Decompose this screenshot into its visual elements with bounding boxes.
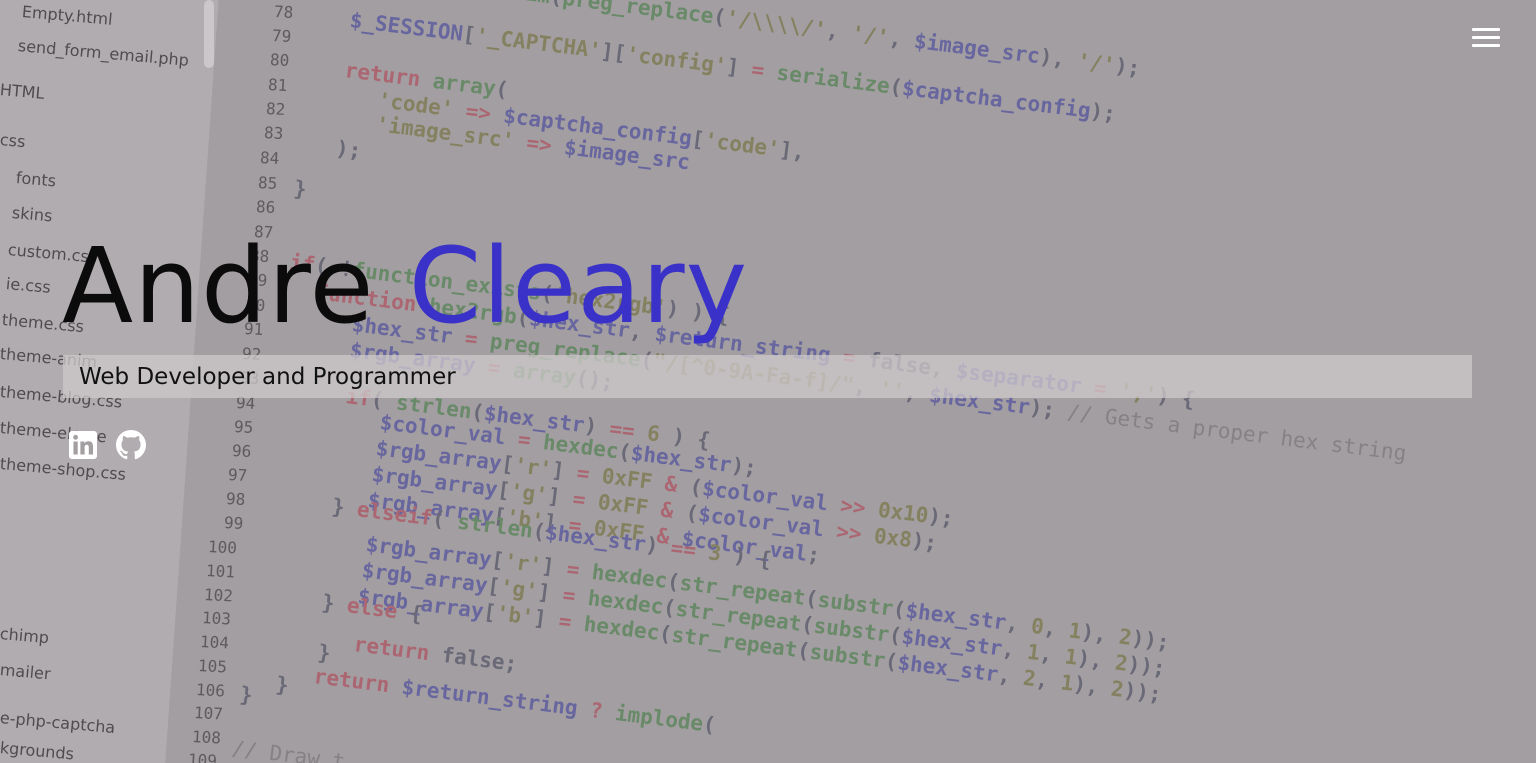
- background-file-item: HTML: [0, 80, 46, 103]
- background-line-number: 108: [191, 727, 222, 748]
- social-links: [68, 430, 146, 460]
- background-line-number: 103: [201, 608, 232, 629]
- background-file-item: ie.css: [5, 274, 52, 297]
- background-line-number: 95: [233, 417, 254, 437]
- background-file-item: skins: [11, 203, 54, 226]
- background-line-number: 84: [259, 148, 280, 168]
- background-scrollbar: [204, 0, 214, 68]
- background-line-number: 81: [267, 75, 288, 95]
- hamburger-menu-icon-line: [1472, 44, 1500, 47]
- background-line-number: 85: [257, 173, 278, 193]
- background-line-number: 106: [195, 680, 226, 701]
- background-line-number: 82: [265, 99, 286, 119]
- background-line-number: 101: [205, 561, 236, 582]
- hero-subtitle: Web Developer and Programmer: [79, 363, 456, 390]
- background-line-number: 96: [231, 441, 252, 461]
- hero-last-name: Cleary: [408, 225, 749, 347]
- linkedin-link[interactable]: [68, 430, 98, 460]
- background-line-number: 107: [193, 703, 224, 724]
- page: Empty.html send_form_email.php HTML css …: [0, 0, 1536, 763]
- background-line-number: 99: [223, 513, 244, 533]
- github-link[interactable]: [116, 430, 146, 460]
- background-line-number: 109: [187, 750, 218, 763]
- github-icon: [116, 430, 146, 460]
- background-line-number: 105: [197, 656, 228, 677]
- background-line-number: 98: [225, 489, 246, 509]
- background-line-number: 100: [207, 537, 238, 558]
- background-line-number: 97: [227, 465, 248, 485]
- subtitle-bar: Web Developer and Programmer: [63, 355, 1472, 398]
- hamburger-menu-icon: [1472, 28, 1500, 31]
- background-line-number: 102: [203, 585, 234, 606]
- linkedin-icon: [69, 431, 97, 459]
- background-line-number: 80: [269, 50, 290, 70]
- menu-button[interactable]: [1470, 26, 1504, 50]
- hero-first-name: Andre: [62, 225, 375, 347]
- background-file-item: fonts: [15, 168, 57, 191]
- background-line-number: 83: [263, 123, 284, 143]
- hero-title: Andre Cleary: [62, 231, 748, 341]
- background-file-item: chimp: [0, 624, 50, 648]
- background-line-number: 78: [273, 2, 294, 22]
- hamburger-menu-icon-line: [1472, 36, 1500, 39]
- background-line-number: 79: [271, 26, 292, 46]
- background-line-number: 104: [199, 632, 230, 653]
- background-line-number: 86: [255, 197, 276, 217]
- background-file-item: css: [0, 130, 27, 152]
